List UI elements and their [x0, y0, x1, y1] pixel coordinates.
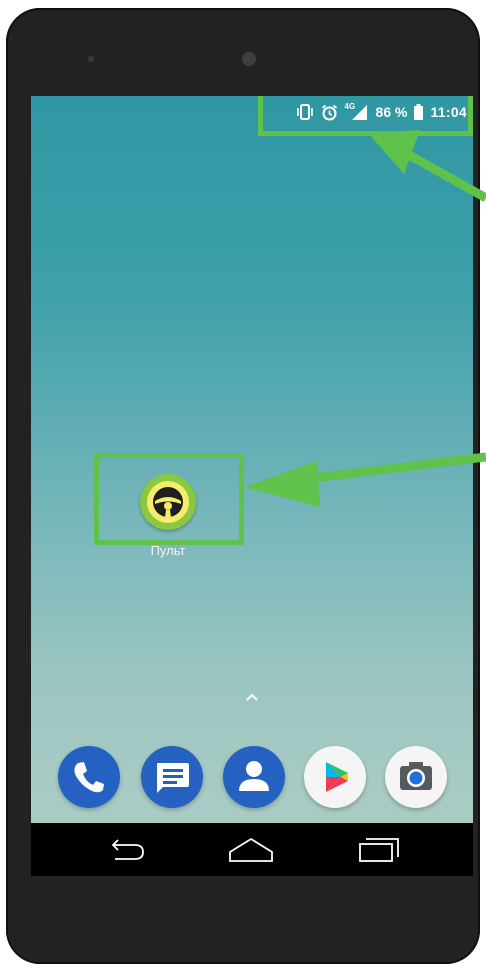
play-store-icon	[326, 762, 348, 792]
back-icon	[111, 839, 144, 860]
camera-app-button[interactable]	[385, 746, 447, 808]
recents-icon	[359, 838, 399, 862]
status-bar-highlight	[258, 96, 473, 136]
play-store-app-button[interactable]	[304, 746, 366, 808]
back-button[interactable]	[103, 833, 151, 865]
navigation-bar	[31, 823, 473, 876]
contacts-icon	[239, 761, 269, 791]
app-highlight	[94, 453, 244, 545]
recents-button[interactable]	[354, 833, 402, 865]
home-screen: 4G 86 % 11:04 Пульт	[31, 96, 473, 876]
app-label: Пульт	[150, 543, 186, 558]
phone-icon	[74, 762, 104, 793]
messages-app-button[interactable]	[141, 746, 203, 808]
status-bar[interactable]: 4G 86 % 11:04	[31, 96, 473, 136]
message-icon	[157, 763, 189, 793]
contacts-app-button[interactable]	[223, 746, 285, 808]
camera-icon	[400, 762, 432, 790]
phone-app-button[interactable]	[58, 746, 120, 808]
front-camera	[242, 52, 256, 66]
dock	[31, 746, 473, 812]
home-button[interactable]	[227, 833, 275, 865]
phone-frame: 4G 86 % 11:04 Пульт	[6, 8, 480, 964]
home-icon	[229, 837, 273, 862]
sensor-dot	[88, 56, 94, 62]
chevron-up-icon[interactable]	[241, 690, 263, 704]
